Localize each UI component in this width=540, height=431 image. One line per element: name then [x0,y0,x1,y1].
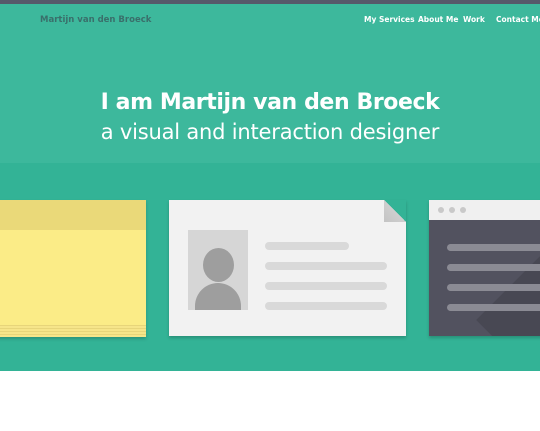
browser-text-line [447,284,540,291]
browser-text-line [447,304,540,311]
hero-header: Martijn van den Broeck My Services About… [0,4,540,163]
nav-item-about-me[interactable]: About Me [418,15,458,24]
card-text-line [265,302,387,310]
avatar-head-icon [203,248,234,282]
sticky-note-stack-edge [0,325,146,337]
browser-window-illustration [429,200,540,336]
page-fold-corner [384,200,406,222]
nav-item-work[interactable]: Work [463,15,485,24]
avatar-placeholder [188,230,248,310]
window-dot-icon [438,207,444,213]
window-dot-icon [460,207,466,213]
browser-text-line [447,264,540,271]
avatar-body-icon [195,283,241,310]
illustration-band [0,163,540,371]
hero-subtitle: a visual and interaction designer [100,120,440,144]
nav-item-contact-me[interactable]: Contact Me [496,15,540,24]
browser-title-bar [429,200,540,220]
nav-item-my-services[interactable]: My Services [364,15,415,24]
sticky-note-header [0,200,146,230]
browser-text-line [447,244,540,251]
card-text-line [265,282,387,290]
hero-title: I am Martijn van den Broeck [100,90,440,115]
main-nav: My Services About Me Work Contact Me [0,15,540,29]
window-dot-icon [449,207,455,213]
card-text-line [265,242,349,250]
sticky-note-illustration [0,200,146,337]
profile-card-illustration [169,200,406,336]
card-text-line [265,262,387,270]
